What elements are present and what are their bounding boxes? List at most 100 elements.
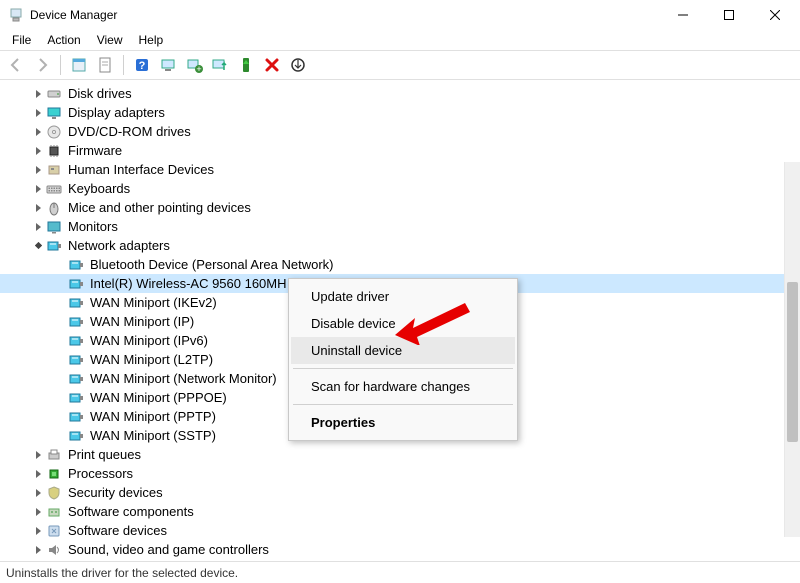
tree-item-label: Security devices xyxy=(66,485,165,500)
vertical-scrollbar[interactable] xyxy=(784,162,800,537)
mouse-icon xyxy=(46,200,62,216)
tree-category[interactable]: Firmware xyxy=(0,141,800,160)
statusbar: Uninstalls the driver for the selected d… xyxy=(0,561,800,583)
tree-item-label: Intel(R) Wireless-AC 9560 160MHz xyxy=(88,276,286,291)
toolbar-show-hidden-button[interactable] xyxy=(67,53,91,77)
context-menu-item[interactable]: Update driver xyxy=(291,283,515,310)
menu-help[interactable]: Help xyxy=(131,31,172,49)
titlebar: Device Manager xyxy=(0,0,800,30)
toolbar-scan-hardware-button[interactable] xyxy=(286,53,310,77)
nic-icon xyxy=(68,333,84,349)
close-button[interactable] xyxy=(752,0,798,30)
nic-icon xyxy=(68,409,84,425)
toolbar-update-driver-button[interactable] xyxy=(208,53,232,77)
expander-icon xyxy=(52,409,68,425)
toolbar-devices-printers-button[interactable] xyxy=(156,53,180,77)
hid-icon xyxy=(46,162,62,178)
expander-icon[interactable] xyxy=(30,181,46,197)
expander-icon[interactable] xyxy=(30,162,46,178)
nic-icon xyxy=(46,238,62,254)
expander-icon xyxy=(52,390,68,406)
tree-item-label: WAN Miniport (PPPOE) xyxy=(88,390,229,405)
maximize-button[interactable] xyxy=(706,0,752,30)
tree-category[interactable]: Software devices xyxy=(0,521,800,540)
tree-item-label: WAN Miniport (SSTP) xyxy=(88,428,218,443)
tree-category[interactable]: Processors xyxy=(0,464,800,483)
expander-icon[interactable] xyxy=(30,86,46,102)
menu-action[interactable]: Action xyxy=(39,31,88,49)
nic-icon xyxy=(68,257,84,273)
tree-category[interactable]: Mice and other pointing devices xyxy=(0,198,800,217)
scrollbar-thumb[interactable] xyxy=(787,282,798,442)
expander-icon[interactable] xyxy=(30,105,46,121)
tree-category[interactable]: Human Interface Devices xyxy=(0,160,800,179)
expander-icon[interactable] xyxy=(30,504,46,520)
green-up-icon xyxy=(237,56,255,74)
context-menu-item[interactable]: Uninstall device xyxy=(291,337,515,364)
tree-category[interactable]: Software components xyxy=(0,502,800,521)
toolbar-forward-button xyxy=(30,53,54,77)
toolbar-properties-sheet-button[interactable] xyxy=(93,53,117,77)
tree-device-item[interactable]: Bluetooth Device (Personal Area Network) xyxy=(0,255,800,274)
tree-category[interactable]: Sound, video and game controllers xyxy=(0,540,800,559)
nic-icon xyxy=(68,295,84,311)
tree-category[interactable]: Disk drives xyxy=(0,84,800,103)
menu-file[interactable]: File xyxy=(4,31,39,49)
tree-item-label: Firmware xyxy=(66,143,124,158)
tree-category[interactable]: Network adapters xyxy=(0,236,800,255)
tree-category[interactable]: Security devices xyxy=(0,483,800,502)
component-icon xyxy=(46,504,62,520)
tree-item-label: Processors xyxy=(66,466,135,481)
tree-item-label: WAN Miniport (IP) xyxy=(88,314,196,329)
tree-category[interactable]: Display adapters xyxy=(0,103,800,122)
tree-item-label: Human Interface Devices xyxy=(66,162,216,177)
expander-icon[interactable] xyxy=(30,466,46,482)
toolbar-help-button[interactable]: ? xyxy=(130,53,154,77)
red-x-icon xyxy=(263,56,281,74)
tree-category[interactable]: DVD/CD-ROM drives xyxy=(0,122,800,141)
context-menu-item[interactable]: Scan for hardware changes xyxy=(291,373,515,400)
tree-item-label: Bluetooth Device (Personal Area Network) xyxy=(88,257,336,272)
expander-icon[interactable] xyxy=(30,238,46,254)
expander-icon[interactable] xyxy=(30,143,46,159)
context-menu-separator xyxy=(293,368,513,369)
minimize-button[interactable] xyxy=(660,0,706,30)
window-title: Device Manager xyxy=(30,8,660,22)
expander-icon[interactable] xyxy=(30,219,46,235)
toolbar-back-button xyxy=(4,53,28,77)
expander-icon xyxy=(52,276,68,292)
nic-icon xyxy=(68,371,84,387)
context-menu-item[interactable]: Properties xyxy=(291,409,515,436)
nic-icon xyxy=(68,428,84,444)
toolbar-add-legacy-button[interactable]: + xyxy=(182,53,206,77)
arrow-left-icon xyxy=(7,56,25,74)
arrow-right-icon xyxy=(33,56,51,74)
expander-icon xyxy=(52,371,68,387)
tree-category[interactable]: Print queues xyxy=(0,445,800,464)
screen-plus-icon: + xyxy=(185,56,203,74)
expander-icon[interactable] xyxy=(30,124,46,140)
tree-item-label: Mice and other pointing devices xyxy=(66,200,253,215)
nic-icon xyxy=(68,276,84,292)
toolbar-separator xyxy=(123,55,124,75)
expander-icon[interactable] xyxy=(30,485,46,501)
expander-icon xyxy=(52,428,68,444)
tree-category[interactable]: Monitors xyxy=(0,217,800,236)
menu-view[interactable]: View xyxy=(89,31,131,49)
tree-item-label: Sound, video and game controllers xyxy=(66,542,271,557)
toolbar-enable-device-button[interactable] xyxy=(234,53,258,77)
expander-icon[interactable] xyxy=(30,200,46,216)
tree-category[interactable]: Keyboards xyxy=(0,179,800,198)
expander-icon[interactable] xyxy=(30,447,46,463)
expander-icon[interactable] xyxy=(30,523,46,539)
tree-item-label: DVD/CD-ROM drives xyxy=(66,124,193,139)
chip-icon xyxy=(46,143,62,159)
help-icon: ? xyxy=(133,56,151,74)
toolbar-uninstall-device-button[interactable] xyxy=(260,53,284,77)
expander-icon xyxy=(52,257,68,273)
expander-icon[interactable] xyxy=(30,542,46,558)
tree-item-label: WAN Miniport (IKEv2) xyxy=(88,295,219,310)
tree-item-label: Print queues xyxy=(66,447,143,462)
toolbar: ?+ xyxy=(0,50,800,80)
context-menu-item[interactable]: Disable device xyxy=(291,310,515,337)
